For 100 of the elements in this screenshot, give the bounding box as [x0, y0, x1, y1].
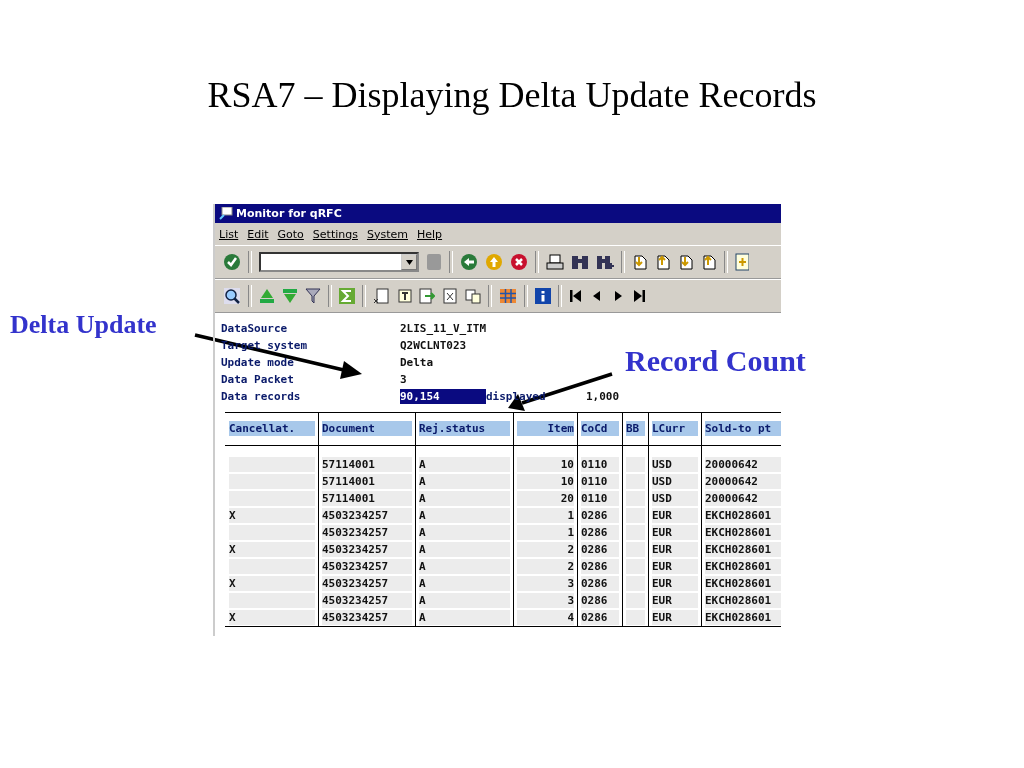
table-cell — [626, 507, 649, 524]
binoculars-icon[interactable] — [571, 254, 589, 270]
table-cell: 4503234257 — [322, 524, 416, 541]
table-cell — [626, 541, 649, 558]
table-cell: 0286 — [581, 609, 623, 626]
column-header[interactable]: BB — [626, 413, 649, 445]
table-cell: EUR — [652, 524, 702, 541]
table-cell: A — [419, 490, 514, 507]
table-cell: 10 — [517, 473, 578, 490]
print-icon[interactable] — [546, 254, 564, 270]
field-label: Update mode — [221, 355, 295, 370]
table-cell: X — [229, 575, 319, 592]
page-arrow-icon[interactable] — [655, 253, 671, 271]
page-arrow-icon[interactable] — [632, 253, 648, 271]
table-cell: 4 — [517, 609, 578, 626]
document-icon[interactable] — [373, 288, 389, 304]
check-icon[interactable] — [223, 253, 241, 271]
table-cell: 57114001 — [322, 473, 416, 490]
column-header[interactable]: Document — [322, 413, 416, 445]
menu-item[interactable]: Goto — [277, 227, 304, 241]
table-cell: 1 — [517, 507, 578, 524]
table-cell: EUR — [652, 507, 702, 524]
table-cell: A — [419, 575, 514, 592]
column-header[interactable]: Item — [517, 413, 578, 445]
table-cell — [626, 524, 649, 541]
sigma-icon[interactable] — [339, 288, 355, 304]
table-cell: 2 — [517, 558, 578, 575]
page-arrow-icon[interactable] — [678, 253, 694, 271]
table-cell: 3 — [517, 575, 578, 592]
table-cell: 0110 — [581, 456, 623, 473]
table-cell: EKCH028601 — [705, 558, 781, 575]
first-page-icon[interactable] — [569, 289, 583, 303]
table-cell: EKCH028601 — [705, 524, 781, 541]
column-header[interactable]: Cancellat. — [229, 413, 319, 445]
field-value: 2LIS_11_V_ITM — [400, 321, 488, 336]
slide-title: RSA7 – Displaying Delta Update Records — [207, 74, 817, 116]
table-cell: 4503234257 — [322, 507, 416, 524]
document-icon[interactable] — [396, 288, 412, 304]
table-cell: 20000642 — [705, 473, 781, 490]
grid-icon[interactable] — [499, 288, 517, 304]
document-icon[interactable] — [465, 288, 481, 304]
menu-item[interactable]: Settings — [312, 227, 358, 241]
menu-item[interactable]: System — [366, 227, 408, 241]
filter-icon[interactable] — [305, 288, 321, 304]
table-cell: EKCH028601 — [705, 541, 781, 558]
field-value: 1,000 — [586, 389, 621, 404]
page-arrow-icon[interactable] — [701, 253, 717, 271]
table-cell: 20000642 — [705, 456, 781, 473]
table-cell: 0286 — [581, 558, 623, 575]
table-cell: 57114001 — [322, 456, 416, 473]
field-label: Data records — [221, 389, 302, 404]
menu-item[interactable]: List — [219, 227, 239, 241]
table-cell: A — [419, 473, 514, 490]
table-cell: 0286 — [581, 575, 623, 592]
info-icon[interactable] — [535, 288, 551, 304]
table-cell: X — [229, 541, 319, 558]
back-icon[interactable] — [460, 253, 478, 271]
callout-label: Record Count — [625, 344, 806, 378]
document-icon[interactable] — [442, 288, 458, 304]
column-header[interactable]: LCurr — [652, 413, 702, 445]
column-header[interactable]: Rej.status — [419, 413, 514, 445]
table-cell: EUR — [652, 558, 702, 575]
table-cell: A — [419, 609, 514, 626]
table-cell: USD — [652, 490, 702, 507]
dropdown-icon[interactable] — [405, 259, 413, 265]
menu-item[interactable]: Edit — [247, 227, 269, 241]
table-cell: A — [419, 592, 514, 609]
table-cell: 0110 — [581, 490, 623, 507]
table-cell: 0286 — [581, 507, 623, 524]
table-cell — [626, 490, 649, 507]
table-cell: EUR — [652, 609, 702, 626]
binoculars-plus-icon[interactable] — [596, 254, 614, 270]
table-cell: 0110 — [581, 473, 623, 490]
table-cell: 4503234257 — [322, 541, 416, 558]
last-page-icon[interactable] — [632, 289, 646, 303]
magnifier-icon[interactable] — [223, 287, 241, 305]
field-value: 90,154 — [400, 389, 486, 404]
table-cell: USD — [652, 473, 702, 490]
callout-label: Delta Update — [10, 310, 157, 340]
table-cell: 4503234257 — [322, 592, 416, 609]
table-cell: 20 — [517, 490, 578, 507]
table-cell: 1 — [517, 524, 578, 541]
command-field[interactable] — [259, 252, 419, 272]
menu-item[interactable]: Help — [417, 227, 443, 241]
table-cell — [626, 473, 649, 490]
table-cell: 0286 — [581, 524, 623, 541]
layout-icon[interactable] — [735, 253, 749, 271]
table-cell: 0286 — [581, 541, 623, 558]
table-cell: EKCH028601 — [705, 575, 781, 592]
table-cell: USD — [652, 456, 702, 473]
table-cell: A — [419, 541, 514, 558]
table-cell: A — [419, 558, 514, 575]
table-cell: 20000642 — [705, 490, 781, 507]
table-cell: EKCH028601 — [705, 592, 781, 609]
table-cell: EUR — [652, 575, 702, 592]
table-cell: 4503234257 — [322, 609, 416, 626]
table-cell: X — [229, 609, 319, 626]
cancel-icon[interactable] — [510, 253, 528, 271]
column-header[interactable]: CoCd — [581, 413, 623, 445]
table-cell: 10 — [517, 456, 578, 473]
